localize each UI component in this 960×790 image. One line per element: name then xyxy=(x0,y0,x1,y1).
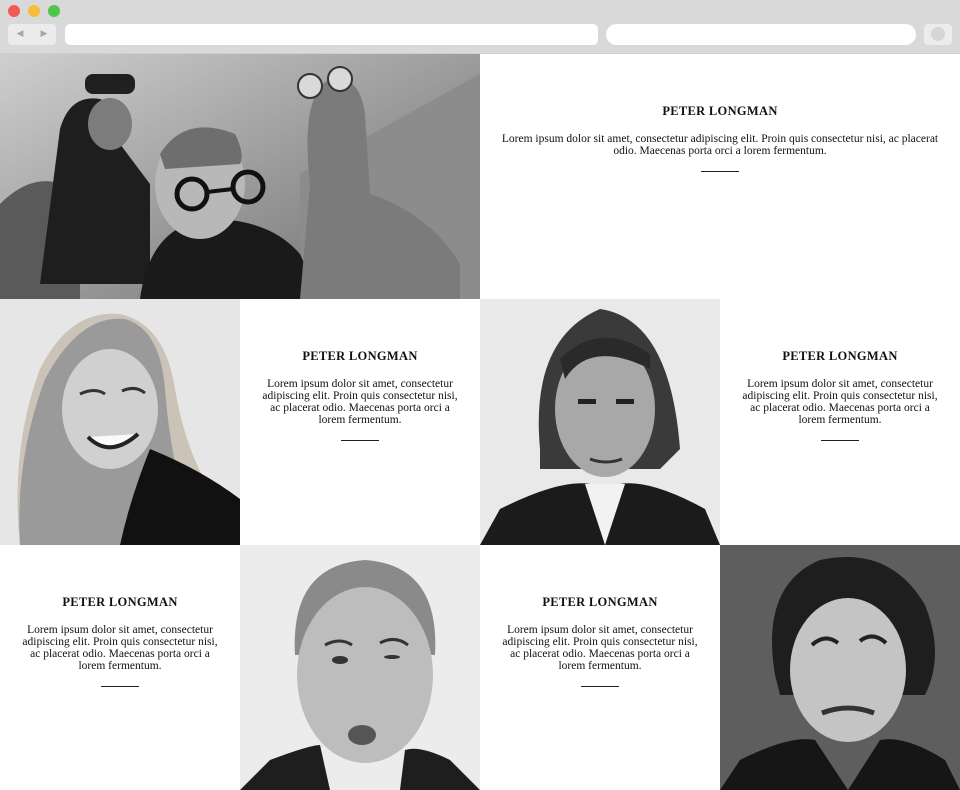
team-card-3: PETER LONGMAN Lorem ipsum dolor sit amet… xyxy=(720,299,960,545)
team-card-2: PETER LONGMAN Lorem ipsum dolor sit amet… xyxy=(240,299,480,545)
close-window-button[interactable] xyxy=(8,5,20,17)
divider xyxy=(581,686,619,687)
team-photo-2 xyxy=(0,299,240,545)
team-card-4: PETER LONGMAN Lorem ipsum dolor sit amet… xyxy=(0,545,240,790)
member-bio: Lorem ipsum dolor sit amet, consectetur … xyxy=(501,133,939,157)
address-bar[interactable] xyxy=(65,24,598,45)
minimize-window-button[interactable] xyxy=(28,5,40,17)
member-name: PETER LONGMAN xyxy=(62,595,178,609)
extension-button[interactable] xyxy=(924,24,952,45)
photo-man-long-hair xyxy=(480,299,720,545)
divider xyxy=(701,171,739,172)
search-bar[interactable] xyxy=(606,24,916,45)
divider xyxy=(821,440,859,441)
team-photo-wide xyxy=(0,54,480,299)
member-name: PETER LONGMAN xyxy=(542,595,658,609)
member-name: PETER LONGMAN xyxy=(782,349,898,363)
member-name: PETER LONGMAN xyxy=(662,104,778,118)
member-bio: Lorem ipsum dolor sit amet, consectetur … xyxy=(502,624,698,672)
photo-woman xyxy=(0,299,240,545)
team-photo-5 xyxy=(720,545,960,790)
team-grid: PETER LONGMAN Lorem ipsum dolor sit amet… xyxy=(0,54,960,790)
member-bio: Lorem ipsum dolor sit amet, consectetur … xyxy=(22,624,218,672)
photo-curly-hair-man xyxy=(720,545,960,790)
photo-older-man xyxy=(240,545,480,790)
member-bio: Lorem ipsum dolor sit amet, consectetur … xyxy=(262,378,458,426)
member-bio: Lorem ipsum dolor sit amet, consectetur … xyxy=(742,378,938,426)
divider xyxy=(101,686,139,687)
zoom-window-button[interactable] xyxy=(48,5,60,17)
team-photo-4 xyxy=(240,545,480,790)
member-name: PETER LONGMAN xyxy=(302,349,418,363)
photo-puppeteer xyxy=(0,54,480,299)
history-nav: ◀ ▶ xyxy=(8,24,56,45)
browser-toolbar: ◀ ▶ xyxy=(0,0,960,54)
back-arrow-icon[interactable]: ◀ xyxy=(17,30,24,39)
divider xyxy=(341,440,379,441)
team-card-5: PETER LONGMAN Lorem ipsum dolor sit amet… xyxy=(480,545,720,790)
forward-arrow-icon[interactable]: ▶ xyxy=(41,30,48,39)
team-photo-3 xyxy=(480,299,720,545)
team-card-1: PETER LONGMAN Lorem ipsum dolor sit amet… xyxy=(480,54,960,299)
